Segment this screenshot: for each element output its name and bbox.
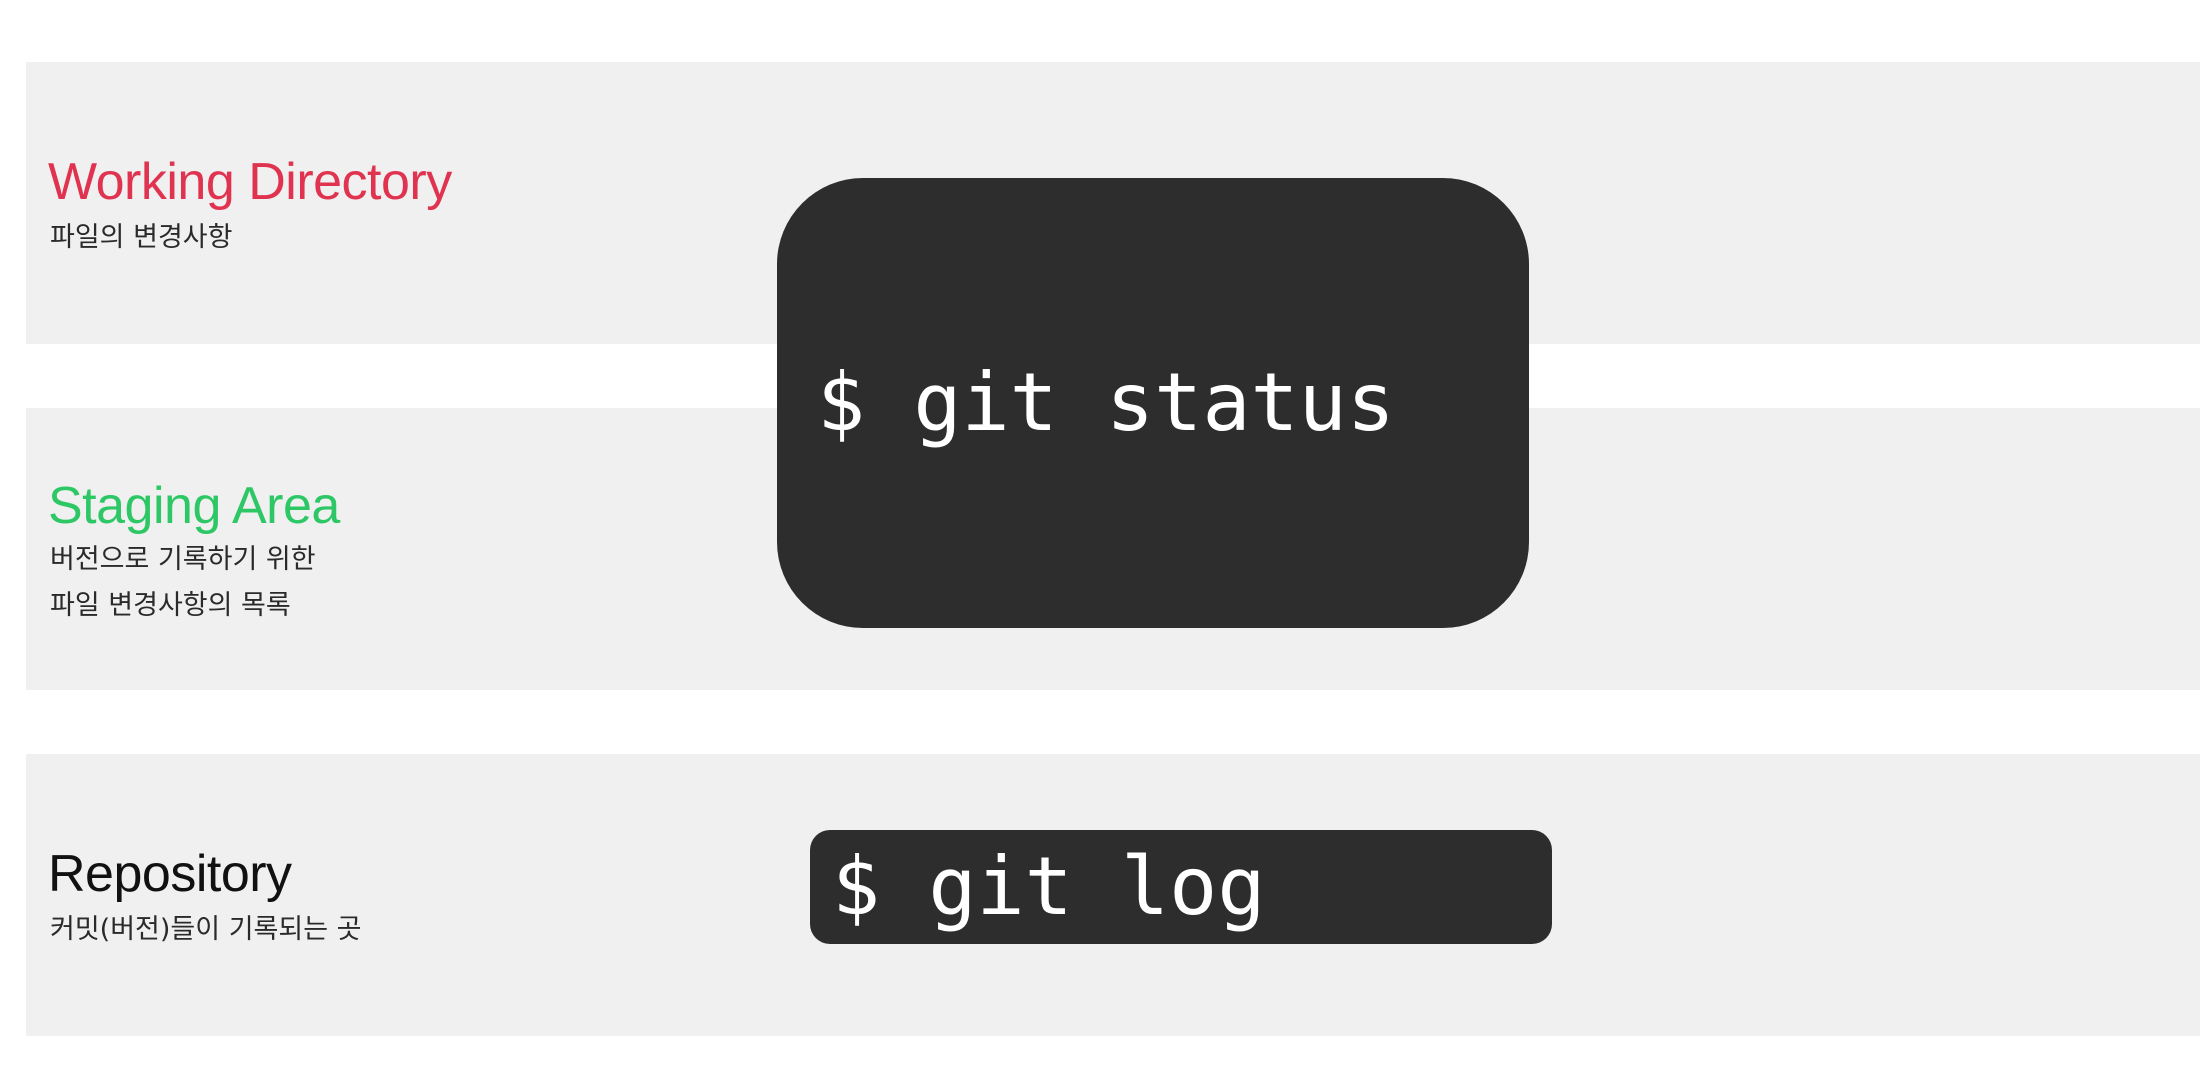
working-directory-title: Working Directory — [48, 153, 452, 211]
working-directory-description: 파일의 변경사항 — [50, 222, 233, 253]
staging-area-description-line-2: 파일 변경사항의 목록 — [50, 590, 291, 621]
repository-description: 커밋(버전)들이 기록되는 곳 — [50, 914, 362, 945]
staging-area-title: Staging Area — [48, 477, 340, 535]
repository-title: Repository — [48, 845, 292, 903]
staging-area-description-line-1: 버전으로 기록하기 위한 — [50, 544, 316, 575]
git-areas-diagram: Working Directory 파일의 변경사항 Staging Area … — [0, 0, 2200, 1068]
git-log-command: $ git log — [810, 830, 1552, 944]
git-status-command: $ git status — [777, 178, 1529, 628]
